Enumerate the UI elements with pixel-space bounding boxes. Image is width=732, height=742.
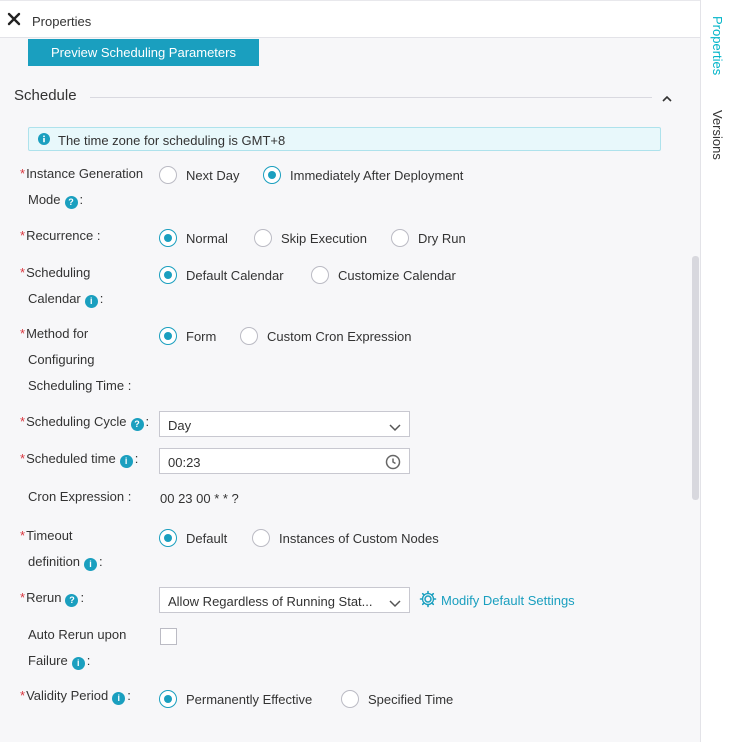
info-icon[interactable]: i: [84, 295, 98, 308]
radio-next-day[interactable]: Next Day: [159, 166, 239, 184]
chevron-up-icon[interactable]: [661, 92, 673, 107]
radio-skip-execution[interactable]: Skip Execution: [254, 229, 367, 247]
info-icon[interactable]: i: [84, 558, 98, 571]
help-icon[interactable]: ?: [130, 418, 144, 431]
timezone-info-banner: The time zone for scheduling is GMT+8: [28, 127, 661, 151]
info-icon: [38, 133, 50, 148]
radio-custom-cron-expression[interactable]: Custom Cron Expression: [240, 327, 412, 345]
radio-default-calendar[interactable]: Default Calendar: [159, 266, 284, 284]
instance-generation-label: *Instance Generation Mode?:: [20, 166, 144, 209]
chevron-down-icon: [389, 420, 401, 435]
scheduled-time-label: *Scheduled time i:: [20, 451, 139, 468]
tab-versions[interactable]: Versions: [710, 110, 725, 160]
radio-instances-of-custom-nodes[interactable]: Instances of Custom Nodes: [252, 529, 439, 547]
chevron-down-icon: [389, 596, 401, 611]
cron-expression-label: Cron Expression :: [28, 489, 132, 504]
scheduling-calendar-label: *Scheduling Calendar i:: [20, 265, 104, 308]
scheduling-cycle-label: *Scheduling Cycle?:: [20, 414, 150, 431]
auto-rerun-checkbox[interactable]: [160, 628, 177, 645]
section-divider: [90, 97, 652, 98]
rerun-label: *Rerun?:: [20, 590, 85, 607]
help-icon[interactable]: ?: [64, 196, 78, 209]
radio-customize-calendar[interactable]: Customize Calendar: [311, 266, 456, 284]
section-title: Schedule: [14, 87, 77, 104]
preview-scheduling-parameters-button[interactable]: Preview Scheduling Parameters: [28, 39, 259, 66]
auto-rerun-label: Auto Rerun upon Failure i:: [28, 627, 127, 670]
help-icon[interactable]: ?: [65, 594, 79, 607]
radio-permanently-effective[interactable]: Permanently Effective: [159, 690, 312, 708]
panel-header: Properties: [0, 0, 700, 38]
validity-period-label: *Validity Period i:: [20, 688, 131, 705]
right-rail: Properties Versions: [700, 0, 732, 742]
gear-icon: [419, 590, 437, 611]
recurrence-label: *Recurrence :: [20, 228, 101, 243]
info-icon[interactable]: i: [112, 692, 126, 705]
close-icon[interactable]: [6, 11, 24, 29]
cron-expression-value: 00 23 00 * * ?: [160, 491, 239, 506]
tab-properties[interactable]: Properties: [710, 16, 725, 75]
timeout-label: *Timeout definition i:: [20, 528, 103, 571]
clock-icon: [385, 454, 401, 473]
rerun-select[interactable]: Allow Regardless of Running Stat...: [159, 587, 410, 613]
scrollbar-thumb[interactable]: [692, 256, 699, 500]
radio-timeout-default[interactable]: Default: [159, 529, 227, 547]
info-icon[interactable]: i: [71, 657, 85, 670]
radio-dry-run[interactable]: Dry Run: [391, 229, 466, 247]
radio-form[interactable]: Form: [159, 327, 216, 345]
scheduled-time-input[interactable]: 00:23: [159, 448, 410, 474]
radio-normal[interactable]: Normal: [159, 229, 228, 247]
modify-default-settings-link[interactable]: Modify Default Settings: [419, 590, 575, 611]
info-banner-text: The time zone for scheduling is GMT+8: [58, 133, 286, 148]
info-icon[interactable]: i: [119, 455, 133, 468]
radio-immediately-after-deployment[interactable]: Immediately After Deployment: [263, 166, 463, 184]
method-label: *Method for Configuring Scheduling Time …: [20, 326, 132, 393]
radio-specified-time[interactable]: Specified Time: [341, 690, 453, 708]
panel-title: Properties: [32, 14, 92, 29]
scheduling-cycle-select[interactable]: Day: [159, 411, 410, 437]
